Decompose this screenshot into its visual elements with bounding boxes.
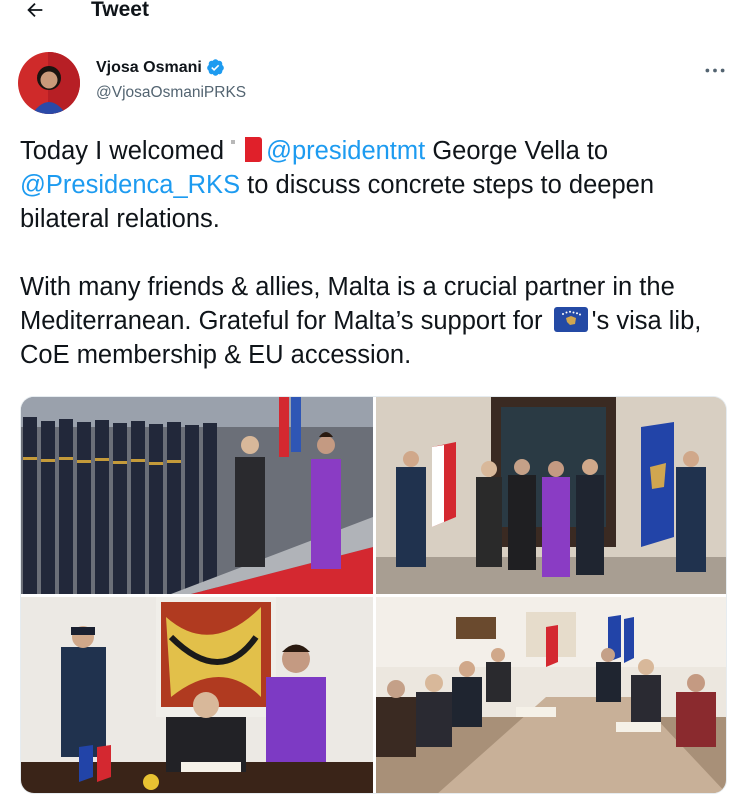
tweet-text-segment: Today I welcomed	[20, 137, 225, 165]
avatar[interactable]	[18, 52, 80, 114]
page-title: Tweet	[91, 0, 149, 21]
arrow-left-icon	[27, 2, 43, 18]
tweet-media-grid	[20, 396, 727, 794]
malta-flag-icon	[228, 137, 263, 162]
photo-guestbook-signing[interactable]	[21, 597, 373, 793]
tweet-paragraph-2: With many friends & allies, Malta is a c…	[20, 270, 736, 372]
display-name[interactable]: Vjosa Osmani	[96, 59, 202, 77]
back-button[interactable]	[18, 0, 52, 26]
tweet-text: Today I welcomed @presidentmt George Vell…	[20, 134, 736, 372]
kosovo-flag-icon	[553, 307, 588, 332]
tweet-text-segment: George Vella to	[432, 137, 609, 165]
photo-honor-guard[interactable]	[21, 397, 373, 594]
mention-link[interactable]: @Presidenca_RKS	[20, 171, 240, 199]
tweet-author: Vjosa Osmani @VjosaOsmaniPRKS	[18, 52, 738, 116]
tweet-header: Tweet	[0, 0, 756, 26]
mention-link[interactable]: @presidentmt	[266, 137, 425, 165]
ellipsis-icon	[705, 68, 725, 72]
more-options-button[interactable]	[702, 60, 728, 80]
photo-bilateral-meeting[interactable]	[376, 597, 726, 793]
tweet-paragraph-1: Today I welcomed @presidentmt George Vell…	[20, 134, 736, 236]
author-handle[interactable]: @VjosaOsmaniPRKS	[96, 84, 246, 102]
photo-welcome-ceremony[interactable]	[376, 397, 726, 594]
verified-badge-icon	[207, 59, 224, 76]
